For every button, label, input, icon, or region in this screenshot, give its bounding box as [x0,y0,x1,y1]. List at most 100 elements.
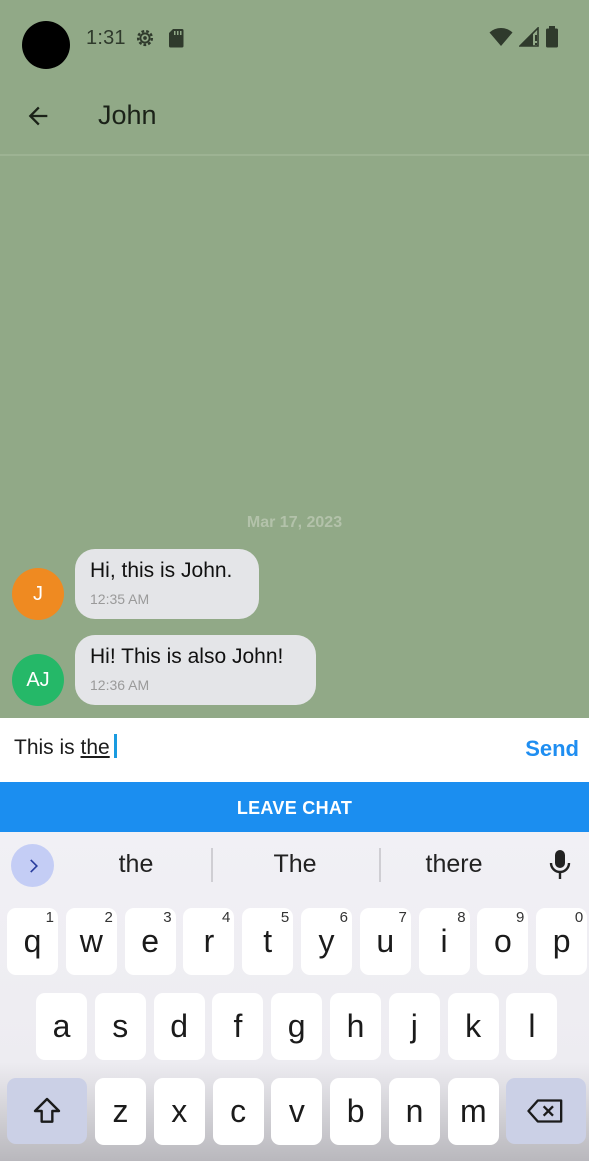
key-r[interactable]: r4 [183,908,235,975]
input-text-composing: the [80,736,110,759]
key-s[interactable]: s [94,993,146,1060]
key-label: w [79,923,103,959]
key-label: j [410,1008,418,1044]
key-hint-number: 2 [104,909,113,926]
send-button[interactable]: Send [525,736,579,762]
message-text: Hi, this is John. [90,559,233,582]
cell-signal-icon [519,27,539,47]
leave-chat-button[interactable]: LEAVE CHAT [0,782,589,832]
key-label: h [346,1008,365,1044]
key-l[interactable]: l [506,993,558,1060]
key-label: m [459,1093,487,1129]
key-label: q [23,923,42,959]
wifi-icon [489,28,513,46]
key-label: x [171,1093,188,1129]
key-hint-number: 4 [222,909,231,926]
date-separator: Mar 17, 2023 [246,514,343,531]
key-q[interactable]: q1 [7,908,58,975]
back-button[interactable] [18,96,58,136]
message-composer: This is the Send [0,718,589,782]
message-bubble[interactable]: Hi! This is also John! 12:36 AM [75,635,316,705]
key-m[interactable]: m [447,1078,499,1145]
message-input[interactable]: This is the [14,734,117,760]
avatar[interactable]: AJ [12,654,64,706]
key-label: t [263,923,273,959]
message-bubble[interactable]: Hi, this is John. 12:35 AM [75,549,259,619]
battery-icon [546,26,558,48]
key-label: e [141,923,159,959]
key-label: l [528,1008,536,1044]
key-label: v [288,1093,305,1129]
camera-cutout [22,21,70,69]
arrow-back-icon [28,106,48,126]
key-y[interactable]: y6 [301,908,352,975]
key-hint-number: 3 [163,909,172,926]
suggestion-divider [379,848,381,882]
suggestion-divider [211,848,213,882]
key-k[interactable]: k [447,993,499,1060]
key-hint-number: 6 [339,909,348,926]
key-a[interactable]: a [36,993,87,1060]
suggestion-3[interactable]: there [410,850,498,879]
backspace-key[interactable] [506,1078,586,1144]
avatar-initials: AJ [26,668,50,691]
backspace-icon [527,1099,563,1123]
key-label: n [405,1093,424,1129]
key-c[interactable]: c [212,1078,264,1145]
key-v[interactable]: v [271,1078,323,1145]
key-label: u [376,923,395,959]
shift-icon [33,1097,61,1123]
text-cursor [113,734,117,758]
key-label: o [493,923,512,959]
key-label: d [170,1008,188,1044]
key-b[interactable]: b [330,1078,382,1145]
key-j[interactable]: j [388,993,440,1060]
key-hint-number: 9 [516,909,525,926]
key-p[interactable]: p0 [536,908,588,975]
key-label: i [440,923,448,959]
key-i[interactable]: i8 [418,908,470,975]
soft-keyboard: the The there q1w2e3r4t5y6u7i8o9p0 asdfg… [0,832,589,1161]
key-hint-number: 1 [45,909,54,926]
key-w[interactable]: w2 [65,908,117,975]
app-bar: John [0,76,589,156]
key-label: g [287,1008,306,1044]
key-label: c [230,1093,247,1129]
key-e[interactable]: e3 [124,908,176,975]
microphone-icon[interactable] [548,849,572,881]
key-z[interactable]: z [95,1078,146,1145]
shift-key[interactable] [7,1078,87,1144]
key-t[interactable]: t5 [242,908,294,975]
expand-toolbar-button[interactable] [11,844,54,887]
message-time: 12:35 AM [90,591,150,607]
key-d[interactable]: d [153,993,205,1060]
key-hint-number: 8 [457,909,466,926]
key-hint-number: 7 [398,909,407,926]
key-label: p [552,923,571,959]
key-label: k [465,1008,482,1044]
key-n[interactable]: n [389,1078,440,1145]
key-o[interactable]: o9 [477,908,529,975]
key-label: a [52,1008,71,1044]
status-time: 1:31 [86,27,126,49]
key-x[interactable]: x [153,1078,205,1145]
key-label: y [318,923,335,959]
chevron-right-icon [29,858,38,873]
sd-card-icon [169,29,184,48]
message-text: Hi! This is also John! [90,645,284,668]
key-h[interactable]: h [330,993,381,1060]
key-hint-number: 0 [574,909,584,926]
key-g[interactable]: g [271,993,323,1060]
key-label: s [112,1008,129,1044]
key-label: r [203,923,215,959]
key-u[interactable]: u7 [359,908,411,975]
suggestion-1[interactable]: the [96,850,176,879]
chat-title: John [98,100,157,130]
avatar[interactable]: J [12,568,64,620]
suggestion-2[interactable]: The [255,850,335,879]
key-label: b [346,1093,365,1129]
status-bar: 1:31 [0,0,589,76]
key-f[interactable]: f [212,993,264,1060]
avatar-initials: J [33,582,43,605]
settings-gear-icon [136,29,154,47]
